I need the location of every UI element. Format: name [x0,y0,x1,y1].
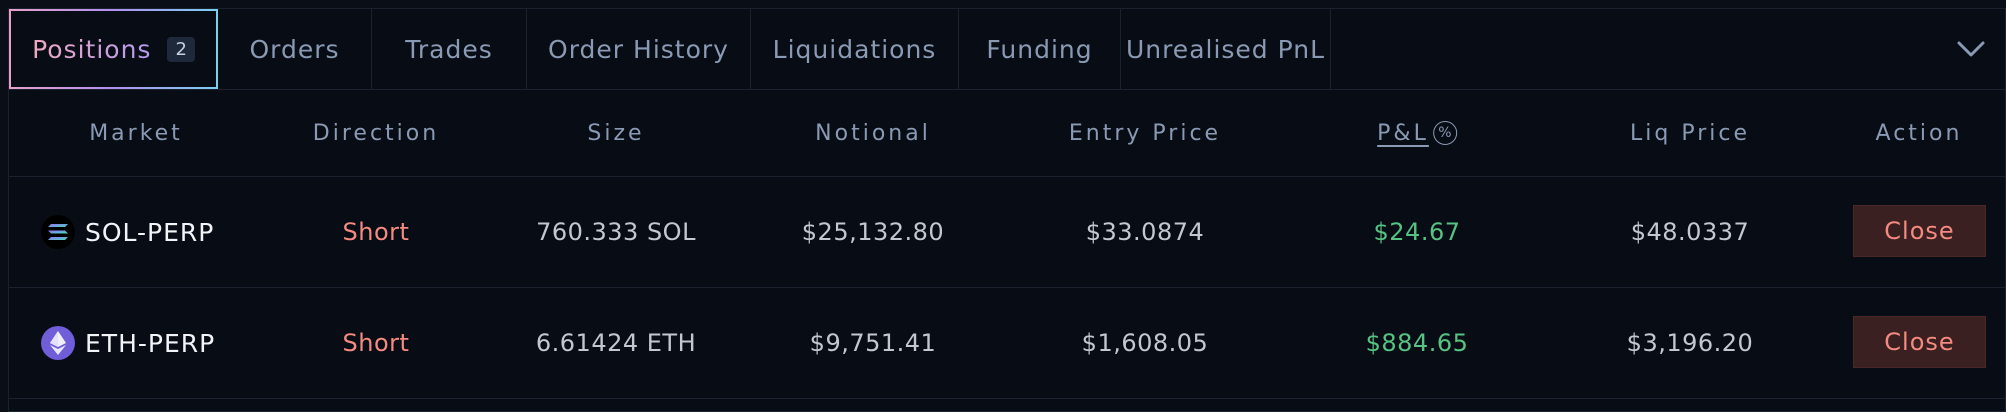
direction-value: Short [342,218,410,246]
tab-positions[interactable]: Positions 2 [9,9,218,89]
tab-funding[interactable]: Funding [959,9,1121,89]
tab-label: Funding [986,34,1093,64]
eth-icon [41,326,75,360]
sol-icon [41,215,75,249]
column-action: Action [1875,120,1963,146]
table-row: SOL-PERP Short 760.333 SOL $25,132.80 $3… [9,177,2005,288]
column-direction: Direction [312,120,440,146]
pnl-value: $24.67 [1373,218,1461,246]
column-market: Market [89,120,183,146]
tab-label: Positions [32,34,152,64]
pnl-label[interactable]: P&L [1377,121,1429,146]
entry-price-value: $1,608.05 [1081,329,1209,357]
tab-bar: Positions 2 Orders Trades Order History … [9,9,2005,90]
tab-label: Order History [548,34,729,64]
tab-unrealised-pnl[interactable]: Unrealised PnL [1121,9,1331,89]
tab-liquidations[interactable]: Liquidations [751,9,959,89]
tab-trades[interactable]: Trades [372,9,527,89]
entry-price-value: $33.0874 [1085,218,1205,246]
tab-label: Liquidations [772,34,937,64]
market-cell[interactable]: SOL-PERP [41,177,214,287]
count-badge: 2 [167,36,195,62]
column-pnl: P&L % [1377,90,1457,176]
pnl-value: $884.65 [1365,329,1469,357]
market-cell[interactable]: ETH-PERP [41,288,215,398]
chevron-down-icon[interactable] [1953,31,1989,67]
direction-value: Short [342,329,410,357]
tab-orders[interactable]: Orders [218,9,372,89]
notional-value: $25,132.80 [801,218,945,246]
tab-label: Trades [405,34,493,64]
liq-price-value: $3,196.20 [1626,329,1754,357]
close-position-button[interactable]: Close [1853,205,1986,257]
market-name: SOL-PERP [85,217,215,247]
table-header: Market Direction Size Notional Entry Pri… [9,90,2005,177]
notional-value: $9,751.41 [809,329,937,357]
size-value: 760.333 SOL [536,218,696,246]
column-notional: Notional [815,120,931,146]
tab-label: Orders [249,34,340,64]
market-name: ETH-PERP [85,328,216,358]
tab-order-history[interactable]: Order History [527,9,751,89]
close-position-button[interactable]: Close [1853,316,1986,368]
column-entry-price: Entry Price [1068,120,1222,146]
liq-price-value: $48.0337 [1630,218,1750,246]
size-value: 6.61424 ETH [535,329,697,357]
positions-panel: Positions 2 Orders Trades Order History … [8,8,2006,412]
table-row: ETH-PERP Short 6.61424 ETH $9,751.41 $1,… [9,288,2005,399]
percent-toggle-icon[interactable]: % [1432,121,1457,145]
column-size: Size [587,120,645,146]
column-liq-price: Liq Price [1630,120,1750,146]
tab-label: Unrealised PnL [1125,34,1326,64]
